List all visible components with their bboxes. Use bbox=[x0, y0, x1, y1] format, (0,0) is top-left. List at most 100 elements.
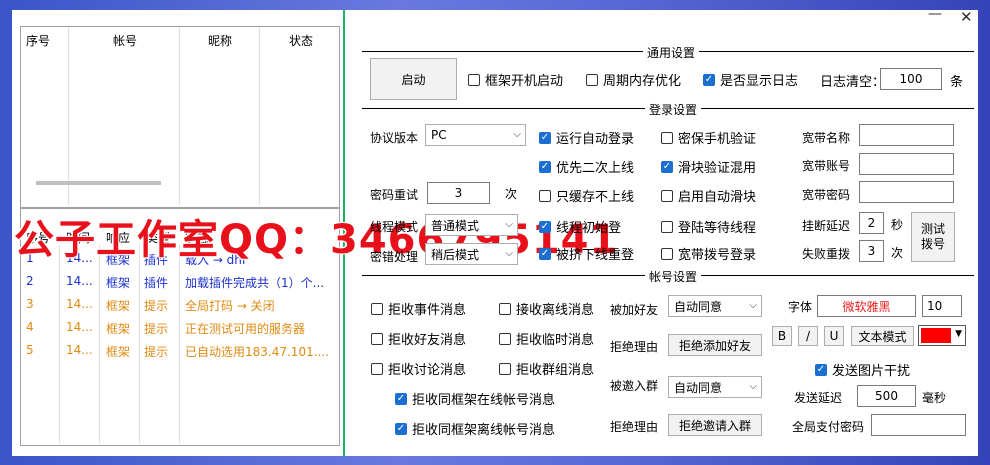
friend-add-label: 被加好友 bbox=[610, 303, 659, 317]
secondary-online-checkbox[interactable]: ✓ 优先二次上线 bbox=[539, 157, 634, 176]
bb-account-input[interactable] bbox=[859, 153, 954, 175]
table-cell-status: 全局打码 → 关闭 bbox=[185, 299, 275, 313]
checkbox-icon bbox=[371, 362, 383, 375]
col-header[interactable]: 昵称 bbox=[208, 32, 232, 49]
col-header[interactable]: 帐号 bbox=[113, 32, 137, 49]
reject-same-online-checkbox[interactable]: ✓ 拒收同框架在线帐号消息 bbox=[395, 389, 555, 408]
group-invite-select[interactable]: 自动同意 ⌵ bbox=[668, 376, 762, 398]
table-cell-time: 14... bbox=[66, 320, 93, 334]
reject-temp-checkbox[interactable]: 拒收临时消息 bbox=[499, 329, 594, 348]
bold-button[interactable]: B bbox=[772, 326, 792, 346]
bb-name-input[interactable] bbox=[859, 124, 954, 146]
checkbox-icon bbox=[371, 332, 383, 345]
send-delay-input[interactable]: 500 bbox=[857, 385, 916, 407]
table-cell-type: 提示 bbox=[144, 299, 169, 313]
table-cell-no: 5 bbox=[26, 343, 34, 357]
account-list[interactable]: 序号 帐号 昵称 状态 bbox=[20, 26, 340, 208]
wait-thread-checkbox[interactable]: 登陆等待线程 bbox=[661, 217, 756, 236]
send-img-interference-checkbox[interactable]: ✓ 发送图片干扰 bbox=[815, 360, 910, 379]
framework-autostart-checkbox[interactable]: 框架开机启动 bbox=[468, 70, 563, 89]
cache-only-checkbox[interactable]: 只缓存不上线 bbox=[539, 186, 634, 205]
thread-mode-label: 线程模式 bbox=[370, 220, 419, 234]
checkbox-icon bbox=[468, 73, 480, 86]
close-icon[interactable]: ✕ bbox=[960, 8, 973, 26]
table-cell-status: 加载插件完成共（1）个... bbox=[185, 276, 325, 290]
font-size-input[interactable]: 10 bbox=[922, 295, 962, 317]
font-name-field[interactable]: 微软雅黑 bbox=[817, 295, 916, 317]
fail-redial-label: 失败重拨 bbox=[802, 247, 851, 261]
bb-pwd-input[interactable] bbox=[859, 181, 954, 203]
table-cell-resp: 框架 bbox=[106, 322, 131, 336]
slider-mix-checkbox[interactable]: ✓ 滑块验证混用 bbox=[661, 157, 756, 176]
check-icon: ✓ bbox=[395, 422, 407, 435]
memory-optimize-checkbox[interactable]: 周期内存优化 bbox=[586, 70, 681, 89]
table-cell-type: 插件 bbox=[144, 276, 169, 290]
show-log-checkbox[interactable]: ✓ 是否显示日志 bbox=[703, 70, 798, 89]
thread-mode-select[interactable]: 普通模式 ⌵ bbox=[425, 214, 518, 236]
checkbox-icon bbox=[499, 302, 511, 315]
check-icon: ✓ bbox=[539, 220, 551, 233]
underline-button[interactable]: U bbox=[824, 326, 844, 346]
test-dial-button[interactable]: 测试拨号 bbox=[911, 212, 955, 262]
fail-redial-unit: 次 bbox=[891, 246, 904, 260]
fail-redial-input[interactable]: 3 bbox=[859, 240, 884, 262]
reject-group-checkbox[interactable]: 拒收群组消息 bbox=[499, 359, 594, 378]
auto-login-checkbox[interactable]: ✓ 运行自动登录 bbox=[539, 128, 634, 147]
col-header[interactable]: 状态 bbox=[289, 32, 313, 49]
chevron-down-icon: ⌵ bbox=[505, 248, 513, 259]
color-swatch bbox=[921, 328, 951, 343]
log-clear-input[interactable]: 100 bbox=[880, 68, 942, 90]
reject-same-offline-checkbox[interactable]: ✓ 拒收同框架离线帐号消息 bbox=[395, 419, 555, 438]
table-row[interactable]: 5 14... 框架 提示 已自动选用183.47.101.... bbox=[21, 343, 337, 363]
checkbox-icon bbox=[499, 332, 511, 345]
watermark: 公子工作室QQ：3466795141 bbox=[14, 217, 619, 263]
check-icon: ✓ bbox=[815, 363, 827, 376]
bb-account-label: 宽带账号 bbox=[802, 159, 851, 173]
auto-slide-checkbox[interactable]: 启用自动滑块 bbox=[661, 186, 756, 205]
text-mode-button[interactable]: 文本模式 bbox=[851, 326, 914, 346]
table-cell-status: 正在测试可用的服务器 bbox=[185, 322, 306, 336]
checkbox-icon bbox=[539, 189, 551, 202]
chevron-down-icon: ⌵ bbox=[749, 381, 757, 392]
font-label: 字体 bbox=[788, 300, 813, 314]
table-row[interactable]: 4 14... 框架 提示 正在测试可用的服务器 bbox=[21, 320, 337, 340]
pwd-proc-select[interactable]: 稍后模式 ⌵ bbox=[425, 243, 518, 265]
table-cell-no: 3 bbox=[26, 297, 34, 311]
reason2-field[interactable]: 拒绝邀请入群 bbox=[668, 414, 762, 436]
table-row[interactable]: 3 14... 框架 提示 全局打码 → 关闭 bbox=[21, 297, 337, 317]
color-picker[interactable]: ▼ bbox=[918, 325, 966, 346]
reject-event-checkbox[interactable]: 拒收事件消息 bbox=[371, 299, 466, 318]
table-cell-no: 4 bbox=[26, 320, 34, 334]
pwd-phone-checkbox[interactable]: 密保手机验证 bbox=[661, 128, 756, 147]
pwd-retry-input[interactable]: 3 bbox=[427, 182, 490, 204]
col-header[interactable]: 序号 bbox=[26, 32, 50, 49]
minimize-icon[interactable]: — bbox=[928, 6, 942, 22]
reject-discuss-checkbox[interactable]: 拒收讨论消息 bbox=[371, 359, 466, 378]
table-cell-resp: 框架 bbox=[106, 299, 131, 313]
check-icon: ✓ bbox=[539, 131, 551, 144]
italic-button[interactable]: / bbox=[798, 326, 818, 346]
table-cell-time: 14... bbox=[66, 343, 93, 357]
group-title-account: 帐号设置 bbox=[645, 268, 702, 285]
protocol-select[interactable]: PC ⌵ bbox=[425, 124, 526, 146]
dialup-login-checkbox[interactable]: 宽带拨号登录 bbox=[661, 244, 756, 263]
recv-offline-checkbox[interactable]: 接收离线消息 bbox=[499, 299, 594, 318]
pay-pwd-input[interactable] bbox=[871, 414, 966, 436]
friend-add-select[interactable]: 自动同意 ⌵ bbox=[668, 295, 762, 317]
reason2-label: 拒绝理由 bbox=[610, 420, 659, 434]
dc-delay-input[interactable]: 2 bbox=[859, 212, 884, 234]
checkbox-icon bbox=[661, 247, 673, 260]
dc-delay-unit: 秒 bbox=[891, 218, 904, 232]
start-button[interactable]: 启动 bbox=[370, 58, 457, 100]
reject-friend-checkbox[interactable]: 拒收好友消息 bbox=[371, 329, 466, 348]
thread-login-checkbox[interactable]: ✓ 线程初始登 bbox=[539, 217, 621, 236]
scrollbar[interactable] bbox=[36, 181, 161, 185]
check-icon: ✓ bbox=[703, 73, 715, 86]
group-invite-label: 被邀入群 bbox=[610, 379, 659, 393]
table-row[interactable]: 2 14... 框架 插件 加载插件完成共（1）个... bbox=[21, 274, 337, 294]
pwd-retry-label: 密码重试 bbox=[370, 188, 419, 202]
pwd-proc-label: 密错处理 bbox=[370, 250, 419, 264]
reason1-field[interactable]: 拒绝添加好友 bbox=[668, 334, 762, 356]
checkbox-icon bbox=[371, 302, 383, 315]
squeezed-relogin-checkbox[interactable]: ✓ 被挤下线重登 bbox=[539, 244, 634, 263]
